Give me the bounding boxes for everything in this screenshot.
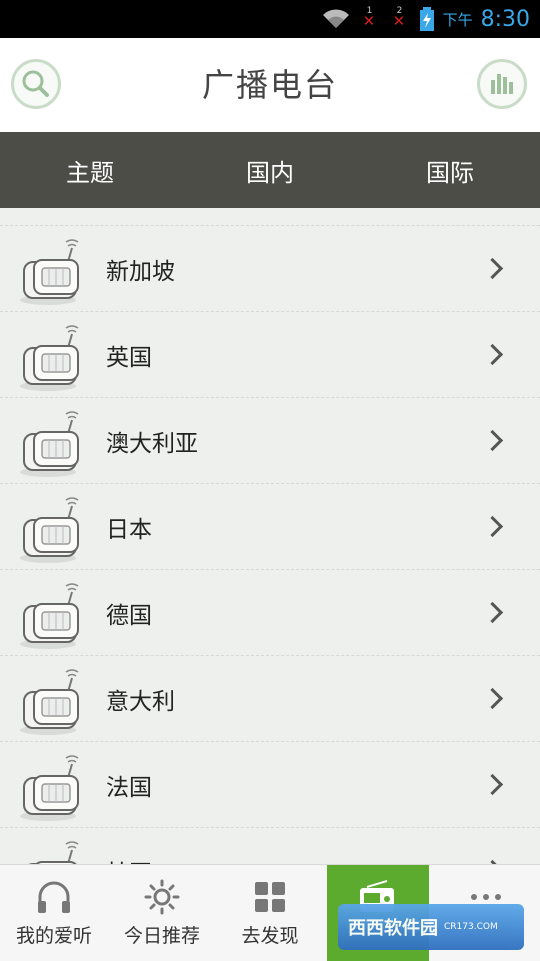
nav-my-favorites[interactable]: 我的爱听 <box>0 865 108 961</box>
nav-label: 我的爱听 <box>15 925 92 947</box>
tab-label: 主题 <box>66 158 114 187</box>
chevron-right-icon <box>481 343 504 366</box>
grid-icon <box>255 882 285 912</box>
watermark-brand: 西西软件园 <box>348 918 438 939</box>
station-list[interactable]: 新加坡英国澳大利亚日本德国意大利法国韩国 <box>0 208 540 864</box>
sim1-no-signal-icon: 1 ✕ <box>362 6 376 30</box>
chevron-right-icon <box>481 257 504 280</box>
station-label: 意大利 <box>106 688 175 715</box>
nav-today-picks[interactable]: 今日推荐 <box>108 865 216 961</box>
battery-charging-icon <box>419 7 434 31</box>
tab-international[interactable]: 国际 <box>360 132 540 214</box>
chevron-right-icon <box>481 601 504 624</box>
vintage-radio-icon <box>20 239 79 305</box>
vintage-radio-icon <box>20 325 79 391</box>
headphones-icon <box>38 881 70 913</box>
tab-label: 国内 <box>246 158 294 187</box>
nav-label: 今日推荐 <box>123 925 200 947</box>
chevron-right-icon <box>481 773 504 796</box>
station-list-item[interactable]: 英国 <box>0 311 540 397</box>
app-bar: 广播电台 <box>0 38 540 132</box>
tab-label: 国际 <box>426 158 474 187</box>
status-time: 8:30 <box>480 6 530 32</box>
chevron-right-icon <box>481 515 504 538</box>
list-top-edge <box>0 208 540 225</box>
vintage-radio-icon <box>20 755 79 821</box>
equalizer-icon <box>491 74 513 94</box>
station-list-item[interactable]: 法国 <box>0 741 540 827</box>
station-label: 新加坡 <box>106 258 175 285</box>
status-ampm: 下午 <box>442 10 473 29</box>
tab-domestic[interactable]: 国内 <box>180 132 360 208</box>
page-title: 广播电台 <box>201 66 338 104</box>
vintage-radio-icon <box>28 841 79 864</box>
station-list-item[interactable]: 意大利 <box>0 655 540 741</box>
wifi-icon <box>322 9 349 28</box>
sim2-no-signal-icon: 2 ✕ <box>392 6 406 30</box>
watermark: 西西软件园 CR173.COM <box>338 904 524 950</box>
station-list-item[interactable]: 日本 <box>0 483 540 569</box>
status-bar: 1 ✕ 2 ✕ 下午 8:30 <box>0 0 540 38</box>
tab-bar: 主题 国内 国际 <box>0 132 540 214</box>
station-label: 法国 <box>106 774 152 801</box>
tab-theme[interactable]: 主题 <box>0 132 180 208</box>
sun-icon <box>144 879 180 915</box>
station-list-item[interactable]: 澳大利亚 <box>0 397 540 483</box>
nav-discover[interactable]: 去发现 <box>216 865 324 961</box>
chevron-right-icon <box>481 429 504 452</box>
station-label: 英国 <box>106 344 152 371</box>
vintage-radio-icon <box>20 497 79 563</box>
station-label: 澳大利亚 <box>106 430 198 457</box>
chevron-right-icon <box>481 687 504 710</box>
station-label: 德国 <box>106 602 152 629</box>
station-list-item[interactable]: 新加坡 <box>0 225 540 311</box>
vintage-radio-icon <box>20 669 79 735</box>
vintage-radio-icon <box>20 411 79 477</box>
station-label: 韩国 <box>106 854 152 865</box>
station-list-item[interactable]: 德国 <box>0 569 540 655</box>
watermark-url: CR173.COM <box>444 922 498 932</box>
nav-label: 去发现 <box>241 925 299 947</box>
station-list-item[interactable]: 韩国 <box>0 827 540 864</box>
vintage-radio-icon <box>20 583 79 649</box>
station-label: 日本 <box>106 516 152 543</box>
equalizer-button[interactable] <box>477 59 527 109</box>
